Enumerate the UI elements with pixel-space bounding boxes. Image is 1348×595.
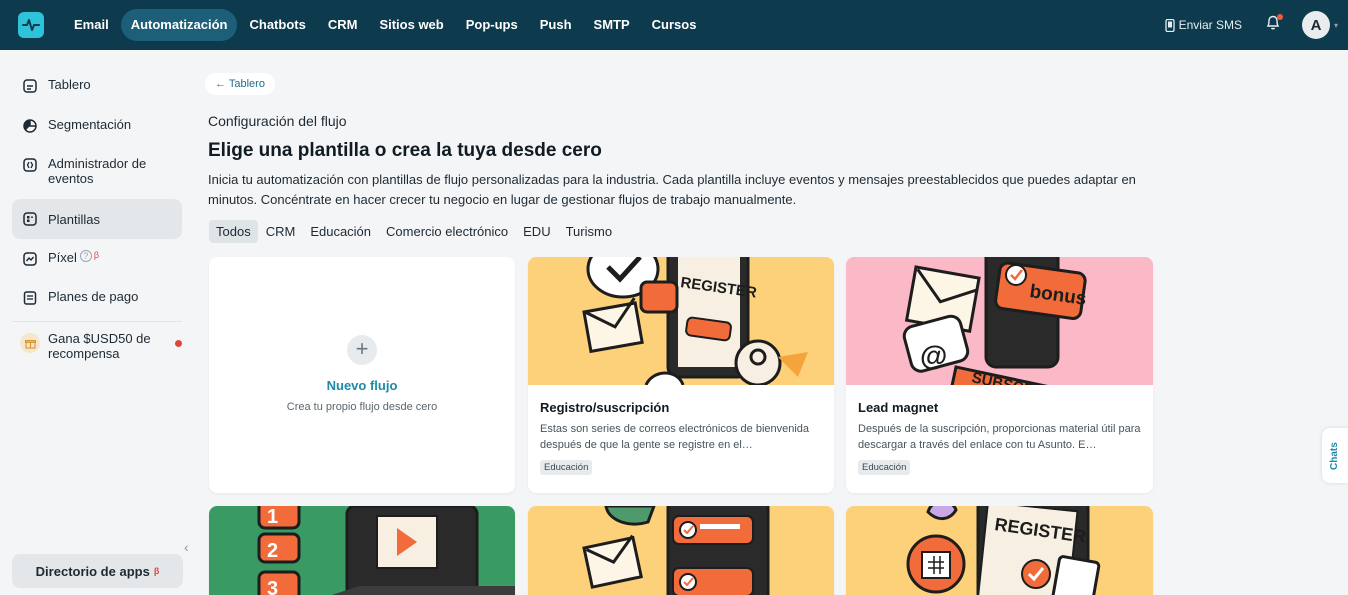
- sidebar-item-reward[interactable]: Gana $USD50 de recompensa: [12, 331, 182, 361]
- template-card-lead-magnet[interactable]: bonus @ SUBSCRI Lead magnet Después de l…: [846, 257, 1153, 493]
- sidebar-item-dashboard[interactable]: Tablero: [12, 77, 182, 94]
- payment-plans-icon: [23, 291, 37, 305]
- template-card-event-registration[interactable]: REGISTER: [846, 506, 1153, 595]
- sidebar-item-label: Segmentación: [48, 117, 132, 132]
- tab-edu[interactable]: EDU: [516, 220, 557, 243]
- sidebar: Tablero Segmentación Administrador de ev…: [0, 50, 196, 595]
- template-card-registration[interactable]: REGISTER Registro/suscripción Estas son …: [528, 257, 834, 493]
- template-title: Registro/suscripción: [540, 400, 670, 415]
- sidebar-item-segmentation[interactable]: Segmentación: [12, 117, 182, 134]
- sidebar-divider: [12, 321, 182, 322]
- tab-ecommerce[interactable]: Comercio electrónico: [379, 220, 515, 243]
- help-icon[interactable]: ?: [79, 250, 92, 262]
- tab-education[interactable]: Educación: [303, 220, 378, 243]
- tab-tourism[interactable]: Turismo: [559, 220, 619, 243]
- beta-badge: β: [153, 566, 160, 576]
- page-description: Inicia tu automatización con plantillas …: [208, 172, 1136, 207]
- step-number-2: 2: [267, 540, 278, 562]
- plus-icon: +: [347, 335, 377, 365]
- chevron-down-icon[interactable]: ▾: [1334, 21, 1338, 30]
- chats-label: Chats: [1329, 442, 1340, 470]
- sidebar-item-event-manager[interactable]: Administrador de eventos: [12, 156, 172, 186]
- page-eyebrow: Configuración del flujo: [208, 113, 347, 129]
- sidebar-item-label: Gana $USD50 de recompensa: [48, 331, 151, 361]
- step-number-1: 1: [267, 506, 278, 528]
- new-flow-title: Nuevo flujo: [326, 378, 398, 393]
- new-flow-subtitle: Crea tu propio flujo desde cero: [286, 401, 438, 413]
- nav-chatbots[interactable]: Chatbots: [239, 9, 315, 41]
- sidebar-item-label: Administrador de eventos: [48, 156, 147, 186]
- registration-illustration: REGISTER: [528, 257, 834, 385]
- template-card-ecommerce-flow[interactable]: [528, 506, 834, 595]
- notification-dot: [175, 340, 182, 347]
- template-description: Después de la suscripción, proporcionas …: [858, 423, 1141, 451]
- video-course-illustration: 1 2 3: [209, 506, 515, 595]
- top-navigation-bar: Email Automatización Chatbots CRM Sitios…: [0, 0, 1348, 50]
- pie-chart-icon: [23, 119, 37, 133]
- ecommerce-flow-illustration: [528, 506, 834, 595]
- event-icon: [23, 158, 37, 172]
- tab-all[interactable]: Todos: [209, 220, 258, 243]
- sidebar-item-label: Planes de pago: [48, 289, 139, 304]
- nav-smtp[interactable]: SMTP: [584, 9, 640, 41]
- page-title: Elige una plantilla o crea la tuya desde…: [208, 140, 602, 161]
- nav-push[interactable]: Push: [530, 9, 582, 41]
- tab-crm[interactable]: CRM: [259, 220, 303, 243]
- collapse-sidebar-icon[interactable]: ‹: [184, 539, 189, 555]
- app-logo[interactable]: [18, 12, 44, 38]
- main-nav: Email Automatización Chatbots CRM Sitios…: [64, 9, 708, 41]
- beta-badge: β: [93, 250, 100, 260]
- nav-crm[interactable]: CRM: [318, 9, 368, 41]
- lead-magnet-illustration: bonus @ SUBSCRI: [846, 257, 1153, 385]
- dashboard-icon: [23, 79, 37, 93]
- send-sms-label: Enviar SMS: [1178, 18, 1242, 32]
- send-sms-button[interactable]: Enviar SMS: [1164, 18, 1242, 32]
- notification-dot: [1276, 14, 1283, 20]
- user-avatar[interactable]: A: [1301, 11, 1330, 39]
- template-card-video-course[interactable]: 1 2 3: [209, 506, 515, 595]
- sidebar-item-label: Plantillas: [48, 211, 101, 227]
- top-right-actions: Enviar SMS A ▾: [1164, 0, 1348, 50]
- pulse-logo-icon: [22, 19, 40, 31]
- pixel-icon: [23, 252, 37, 266]
- sidebar-item-templates[interactable]: Plantillas: [12, 199, 182, 239]
- nav-automation[interactable]: Automatización: [120, 9, 238, 41]
- templates-icon: [23, 212, 37, 226]
- chats-tab[interactable]: Chats: [1322, 428, 1348, 483]
- nav-websites[interactable]: Sitios web: [369, 9, 453, 41]
- nav-popups[interactable]: Pop-ups: [456, 9, 528, 41]
- template-tag: Educación: [540, 460, 593, 475]
- category-tabs: Todos CRM Educación Comercio electrónico…: [209, 220, 620, 243]
- app-directory-label: Directorio de apps: [35, 563, 150, 579]
- gift-icon: [20, 333, 40, 353]
- new-flow-card[interactable]: + Nuevo flujo Crea tu propio flujo desde…: [209, 257, 515, 493]
- step-number-3: 3: [267, 578, 278, 595]
- template-title: Lead magnet: [858, 400, 939, 415]
- subscribe-illustration-text: SUBSCRI: [970, 369, 1040, 385]
- app-directory-button[interactable]: Directorio de apps β: [12, 554, 183, 588]
- sidebar-item-label: Píxel: [48, 250, 77, 265]
- sidebar-item-pixel[interactable]: Píxel ? β: [12, 250, 182, 267]
- phone-icon: [1164, 18, 1175, 32]
- back-to-dashboard-link[interactable]: ← Tablero: [205, 73, 275, 95]
- nav-courses[interactable]: Cursos: [642, 9, 707, 41]
- sidebar-item-payment-plans[interactable]: Planes de pago: [12, 289, 182, 306]
- nav-email[interactable]: Email: [64, 9, 119, 41]
- template-description: Estas son series de correos electrónicos…: [540, 423, 810, 451]
- sidebar-item-label: Tablero: [48, 77, 91, 92]
- event-registration-illustration: REGISTER: [846, 506, 1153, 595]
- notifications-button[interactable]: [1266, 14, 1283, 35]
- at-sign-icon: @: [920, 340, 947, 371]
- template-tag: Educación: [858, 460, 911, 475]
